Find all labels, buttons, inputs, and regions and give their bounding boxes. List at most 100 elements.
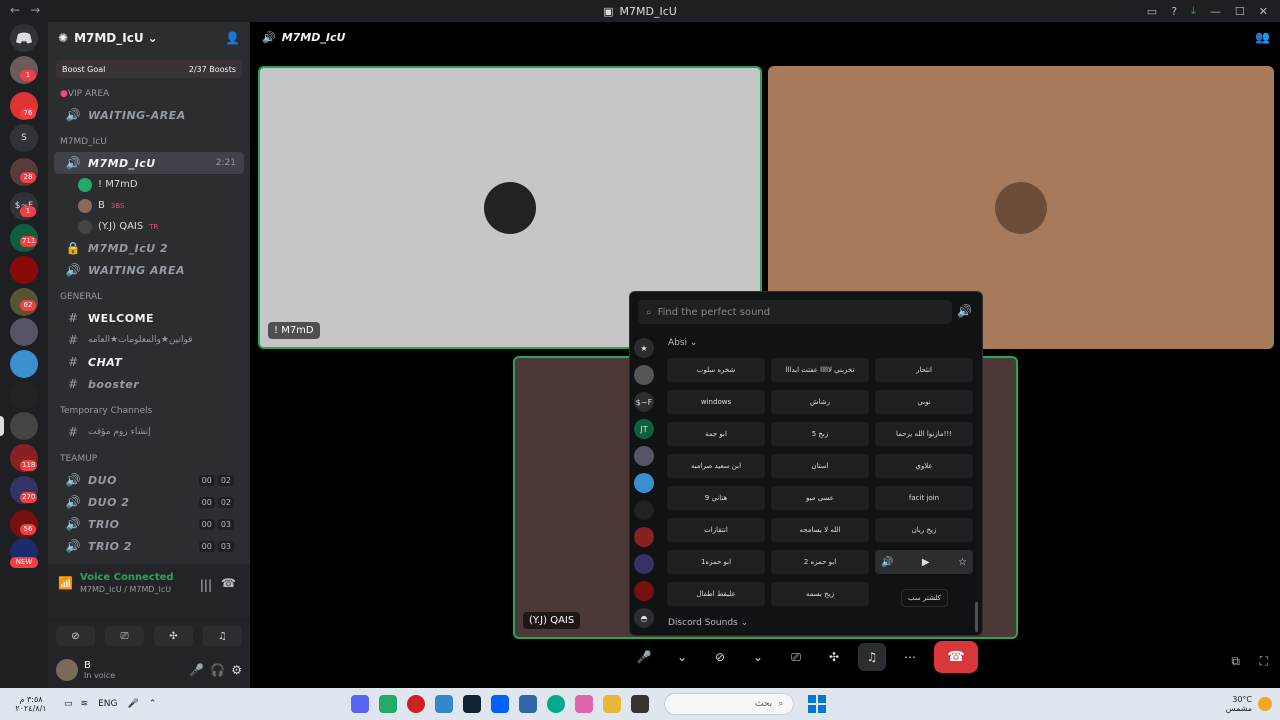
sound-button[interactable]: windows	[667, 390, 765, 414]
microphone-icon[interactable]: 🎤	[189, 663, 204, 677]
app-icon[interactable]	[407, 695, 426, 713]
server-icon[interactable]	[10, 382, 38, 410]
play-icon[interactable]: ▶	[922, 557, 930, 568]
volume-icon[interactable]: 🔊	[881, 557, 893, 568]
discord-home-icon[interactable]	[10, 24, 38, 52]
activities-button[interactable]: ✣	[154, 626, 193, 646]
sound-button[interactable]: زيخ ريان	[875, 518, 973, 542]
inbox-icon[interactable]: ▭	[1147, 5, 1157, 18]
sound-button[interactable]: زيخ بسمه	[771, 582, 869, 606]
sound-button[interactable]: مازنوا الله يرحما!!!	[875, 422, 973, 446]
language[interactable]: ENG	[98, 699, 117, 709]
server-icon-s[interactable]: S	[10, 124, 38, 152]
sound-button[interactable]: هتاني 9	[667, 486, 765, 510]
camera-off-button[interactable]: ⊘	[706, 643, 734, 671]
sound-button[interactable]: ابو حمزه 2	[771, 550, 869, 574]
soundboard-button[interactable]: ♫	[203, 626, 242, 646]
hang-up-button[interactable]: ☎	[934, 641, 978, 673]
channel-duo[interactable]: 🔊 DUO 00 02	[54, 469, 244, 491]
voice-user[interactable]: ! M7mD	[48, 174, 250, 195]
sound-button[interactable]: ابو جمة	[667, 422, 765, 446]
sound-button[interactable]: facit join	[875, 486, 973, 510]
server-icon[interactable]	[634, 365, 654, 385]
sound-button[interactable]: زبخ 5	[771, 422, 869, 446]
voice-status[interactable]: Voice Connected	[80, 572, 240, 583]
server-icon[interactable]	[634, 581, 654, 601]
share-screen-button[interactable]: ⎚	[105, 626, 144, 646]
category-temp[interactable]: Temporary Channels	[48, 401, 250, 421]
sound-button[interactable]: تخربني لااااا عفتت ابدااا	[771, 358, 869, 382]
channel-waiting-area[interactable]: 🔊 WAITING-AREA	[54, 104, 244, 126]
more-icon[interactable]: ⋯	[896, 643, 924, 671]
server-icon[interactable]	[634, 446, 654, 466]
sound-button[interactable]: انثحار	[875, 358, 973, 382]
sound-section-header[interactable]: Absi ⌄	[668, 338, 697, 348]
wifi-icon[interactable]: ≋	[81, 699, 89, 709]
app-icon[interactable]	[463, 695, 482, 713]
minimize-icon[interactable]: —	[1210, 5, 1221, 18]
weather[interactable]: 30°C مشمس	[1226, 695, 1272, 713]
edge-icon[interactable]	[547, 695, 566, 713]
dropbox-icon[interactable]	[491, 695, 510, 713]
app-icon[interactable]	[519, 695, 538, 713]
server-icon[interactable]	[10, 412, 38, 440]
maximize-icon[interactable]: ☐	[1235, 5, 1245, 18]
chevron-up-icon[interactable]: ⌃	[149, 699, 157, 709]
channel-trio[interactable]: 🔊 TRIO 00 03	[54, 513, 244, 535]
channel-chat[interactable]: # CHAT	[54, 351, 244, 373]
sound-button-hovered[interactable]: 🔊 ▶ ☆	[875, 550, 973, 574]
soundboard-button[interactable]: ♫	[858, 643, 886, 671]
server-icon-jt[interactable]: JT	[634, 419, 654, 439]
category-vip[interactable]: ● VIP AREA	[48, 84, 250, 104]
voice-location[interactable]: M7MD_IcU / M7MD_IcU	[80, 585, 240, 594]
channel-waiting-area-2[interactable]: 🔊 WAITING AREA	[54, 259, 244, 281]
discord-app-icon[interactable]	[351, 695, 370, 713]
server-icon[interactable]	[10, 318, 38, 346]
app-icon[interactable]	[435, 695, 454, 713]
category-teamup[interactable]: TEAMUP	[48, 449, 250, 469]
server-icon[interactable]	[634, 554, 654, 574]
windows-start-icon[interactable]	[808, 695, 827, 713]
app-icon[interactable]	[631, 695, 650, 713]
star-icon[interactable]: ☆	[958, 557, 967, 568]
channel-create-room[interactable]: # إنشاء روم مؤقت	[54, 421, 244, 443]
app-icon[interactable]	[379, 695, 398, 713]
sound-button[interactable]: علاوي	[875, 454, 973, 478]
sound-button[interactable]: شخره سلوب	[667, 358, 765, 382]
headphones-icon[interactable]: 🎧	[210, 663, 225, 677]
channel-m7md-2[interactable]: 🔒 M7MD_IcU 2	[54, 237, 244, 259]
voice-user[interactable]: B 3BS	[48, 195, 250, 216]
discord-icon[interactable]: ◓	[634, 608, 654, 628]
channel-m7md-active[interactable]: 🔊 M7MD_IcU 2:21	[54, 152, 244, 174]
avatar[interactable]	[56, 659, 78, 681]
sound-button[interactable]: انتقازات	[667, 518, 765, 542]
popout-icon[interactable]: ⧉	[1231, 654, 1240, 669]
download-icon[interactable]: ⤓	[1191, 4, 1196, 18]
sound-button[interactable]: استان	[771, 454, 869, 478]
scrollbar[interactable]	[975, 602, 978, 632]
forward-icon[interactable]: →	[30, 3, 40, 17]
server-icon[interactable]	[634, 473, 654, 493]
category-m7md[interactable]: M7MD_IcU	[48, 132, 250, 152]
camera-off-button[interactable]: ⊘	[56, 626, 95, 646]
microphone-icon[interactable]: 🎤	[127, 699, 138, 709]
members-icon[interactable]: 👥	[1255, 30, 1270, 44]
taskbar-search[interactable]: بحث ⌕	[664, 693, 795, 715]
share-screen-button[interactable]: ⎚	[782, 643, 810, 671]
volume-icon[interactable]: 🔊	[957, 304, 972, 318]
boost-goal-bar[interactable]: Boost Goal 2/37 Boosts	[56, 60, 242, 78]
server-icon[interactable]	[634, 500, 654, 520]
help-icon[interactable]: ?	[1171, 5, 1177, 18]
app-icon[interactable]	[575, 695, 594, 713]
voice-user[interactable]: (Y.J) QAIS TR	[48, 216, 250, 237]
channel-trio-2[interactable]: 🔊 TRIO 2 00 03	[54, 535, 244, 557]
disconnect-icon[interactable]: ☎	[221, 576, 236, 590]
favorites-star-icon[interactable]: ★	[634, 338, 654, 358]
sound-button[interactable]: نوبي	[875, 390, 973, 414]
channel-booster[interactable]: # booster	[54, 373, 244, 395]
sound-button[interactable]: عسى ميو	[771, 486, 869, 510]
microphone-button[interactable]: 🎤	[630, 643, 658, 671]
discord-sounds-header[interactable]: Discord Sounds ⌄	[668, 618, 748, 628]
server-header[interactable]: ✺ M7MD_IcU ⌄ 👤	[48, 22, 250, 54]
battery-icon[interactable]: ▭	[64, 699, 73, 709]
